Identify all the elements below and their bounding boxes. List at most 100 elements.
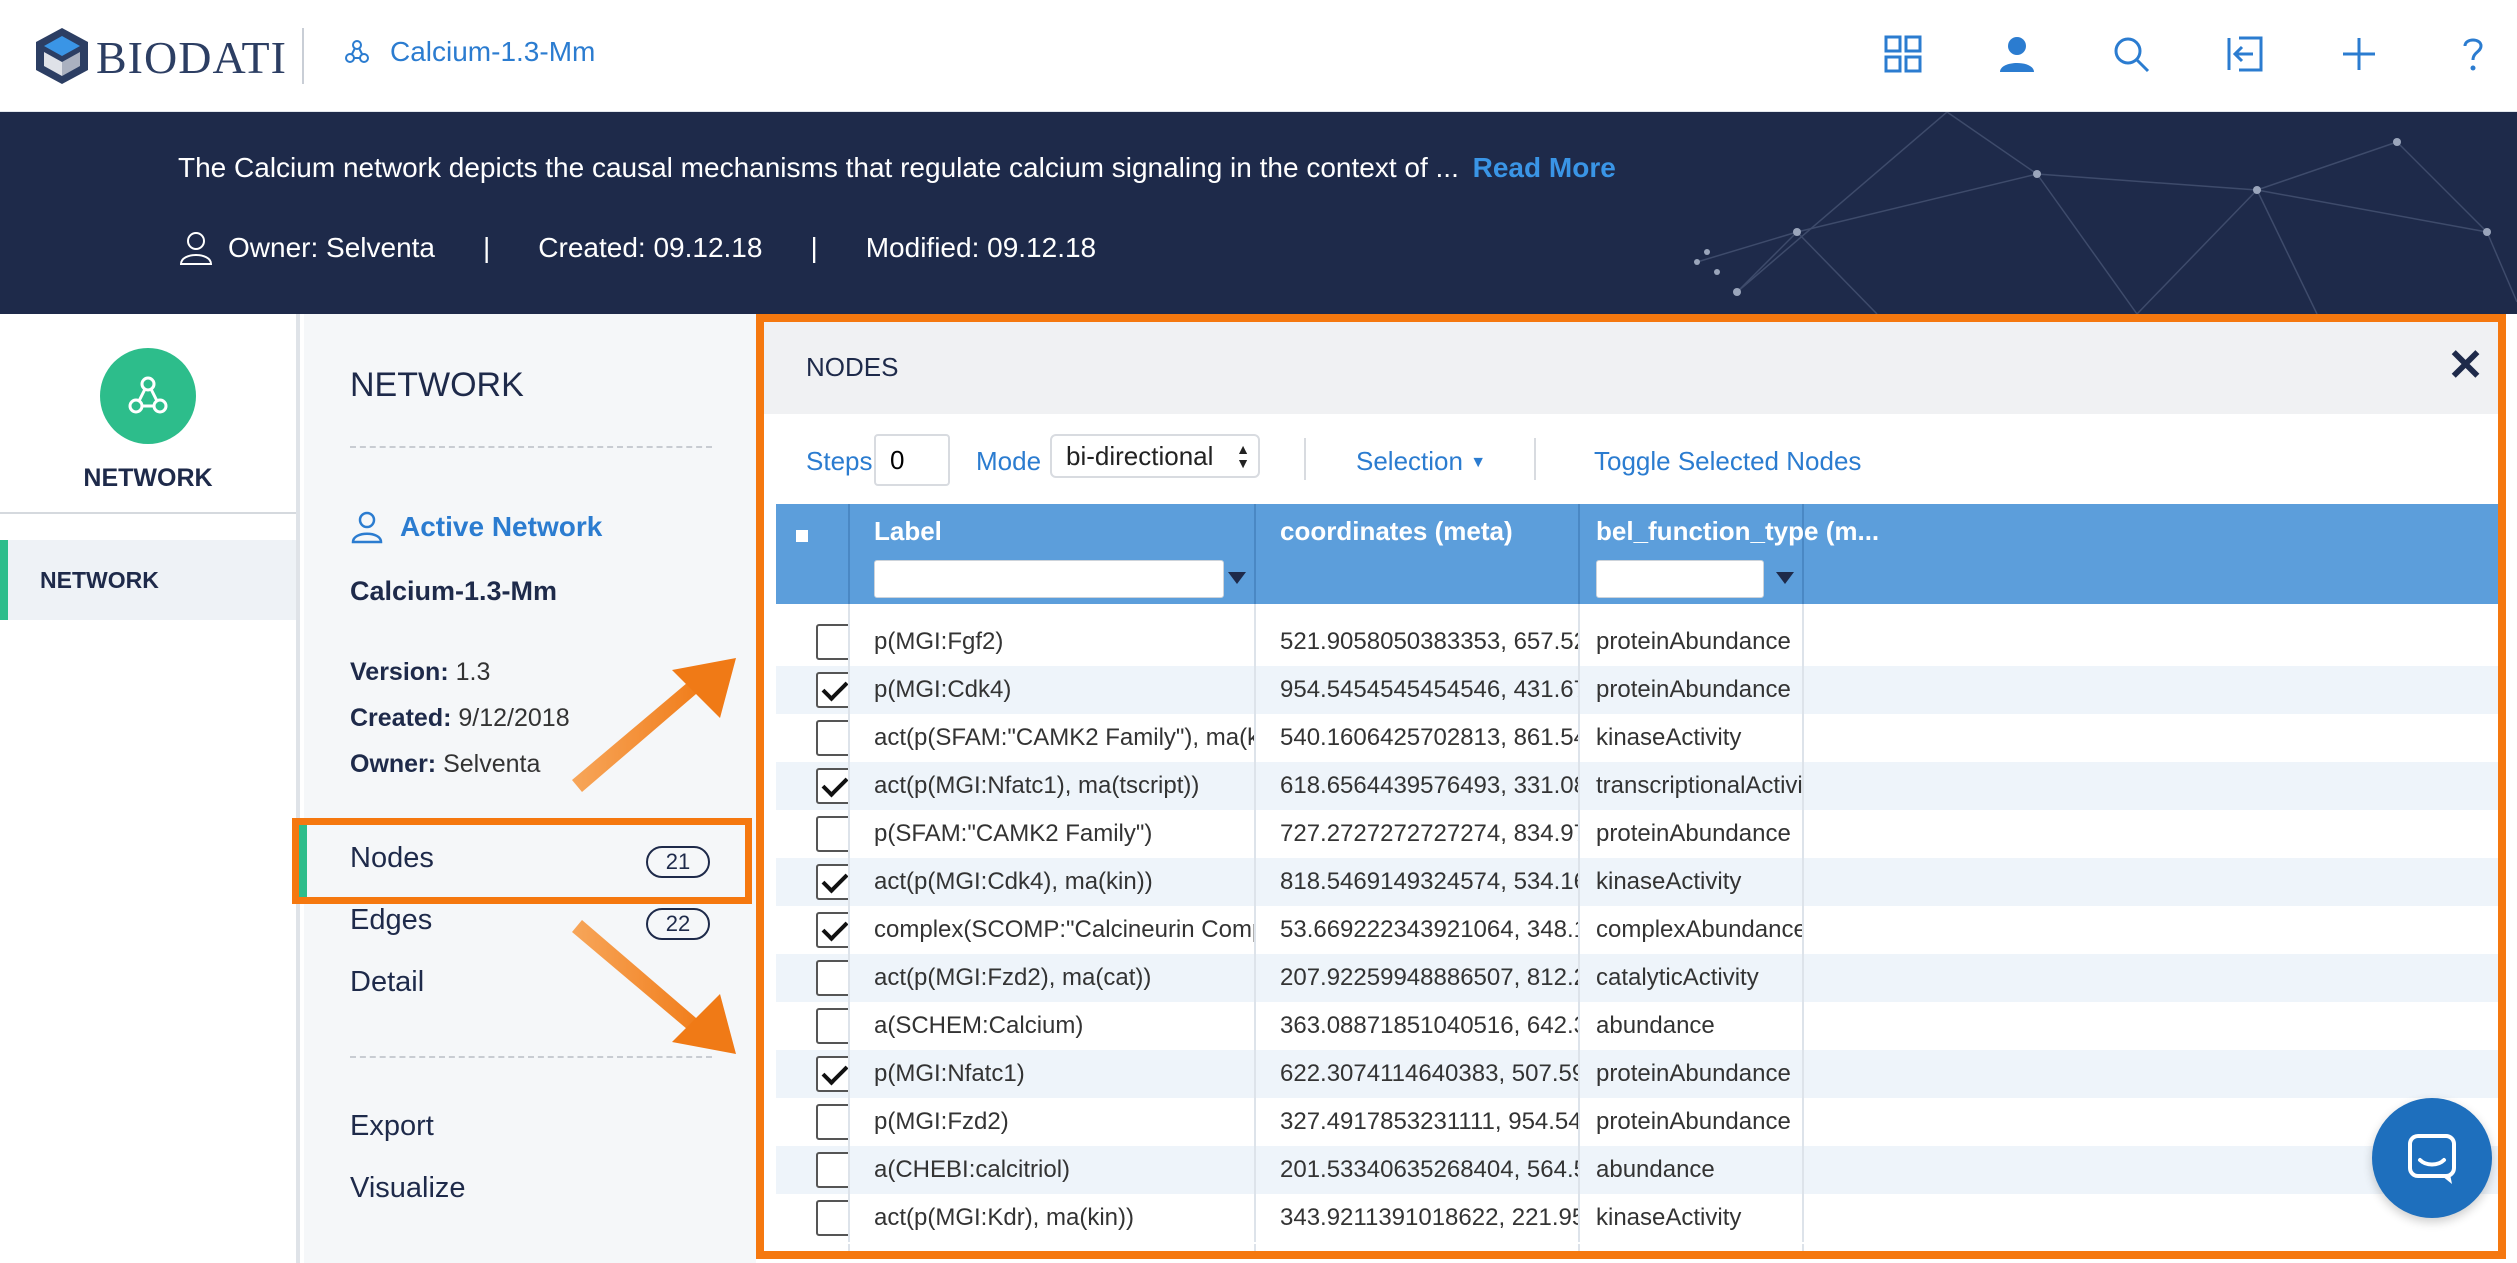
network-section-icon — [100, 348, 196, 444]
meta-separator: | — [483, 232, 491, 263]
coordinates-column-header[interactable]: coordinates (meta) — [1256, 504, 1580, 604]
label-cell: a(CHEBI:calcitriol) — [850, 1146, 1256, 1194]
version-value: 1.3 — [455, 658, 491, 686]
owner-icon — [179, 232, 213, 265]
row-checkbox[interactable] — [816, 816, 848, 852]
row-checkbox[interactable] — [816, 864, 848, 900]
row-checkbox[interactable] — [816, 768, 848, 804]
table-row[interactable]: p(MGI:Fzd2)327.4917853231111, 954.545454… — [776, 1098, 2498, 1146]
grid-icon[interactable] — [1879, 30, 1927, 78]
coordinates-cell: 207.92259948886507, 812.2034541658765 — [1256, 954, 1580, 1002]
row-checkbox[interactable] — [816, 1056, 848, 1092]
table-header: Label coordinates (meta) bel_function_ty… — [776, 504, 2498, 604]
table-cell — [1256, 604, 1580, 618]
row-checkbox-cell — [776, 1194, 850, 1242]
active-network-link[interactable]: Active Network — [350, 510, 602, 544]
row-checkbox-cell — [776, 1146, 850, 1194]
table-cell — [776, 604, 850, 618]
edges-count-badge: 22 — [646, 908, 710, 940]
import-icon[interactable] — [2221, 30, 2269, 78]
created-label: Created: — [350, 704, 452, 732]
top-header: BIODATI Calcium-1.3-Mm — [0, 0, 2517, 112]
row-checkbox[interactable] — [816, 1152, 848, 1188]
row-checkbox[interactable] — [816, 960, 848, 996]
mode-select-value: bi-directional — [1066, 440, 1214, 471]
table-row[interactable]: p(MGI:Nfatc1)622.3074114640383, 507.5915… — [776, 1050, 2498, 1098]
nav-section-label: NETWORK — [83, 464, 213, 492]
table-row[interactable]: p(MGI:Fgf2)521.9058050383353, 657.525147… — [776, 618, 2498, 666]
row-checkbox-cell — [776, 1050, 850, 1098]
nav-item-network[interactable]: NETWORK — [0, 540, 296, 620]
label-filter-input[interactable] — [874, 560, 1224, 598]
table-cell — [850, 604, 1256, 618]
row-checkbox[interactable] — [816, 1200, 848, 1236]
bel-function-cell: kinaseActivity — [1580, 858, 1804, 906]
filter-icon[interactable] — [1228, 572, 1246, 584]
select-all-checkbox[interactable] — [796, 530, 808, 542]
row-checkbox[interactable] — [816, 1104, 848, 1140]
row-checkbox[interactable] — [816, 672, 848, 708]
network-background-graphic — [1694, 112, 2517, 314]
read-more-link[interactable]: Read More — [1473, 152, 1616, 183]
coordinates-cell: 954.5454545454546, 431.6758398178022 — [1256, 666, 1580, 714]
table-row[interactable]: act(p(MGI:Cdk4), ma(kin)) 818.54691493245… — [776, 858, 2498, 906]
modified-text: Modified: 09.12.18 — [865, 232, 1097, 263]
meta-separator: | — [810, 232, 818, 263]
filter-icon[interactable] — [1776, 572, 1794, 584]
export-link[interactable]: Export — [350, 1110, 434, 1143]
bel-function-cell: transcriptionalActivity — [1580, 762, 1804, 810]
table-row[interactable]: p(MGI:Cdk4)954.5454545454546, 431.675839… — [776, 666, 2498, 714]
version-label: Version: — [350, 658, 449, 686]
bel-function-cell: catalyticActivity — [1580, 954, 1804, 1002]
user-outline-icon — [351, 511, 383, 544]
table-row[interactable]: act(p(MGI:Fzd2), ma(cat)) 207.92259948886… — [776, 954, 2498, 1002]
chat-widget-button[interactable] — [2372, 1098, 2492, 1218]
table-row[interactable]: act(p(MGI:Nfatc1), ma(tscript)) 618.65644… — [776, 762, 2498, 810]
row-checkbox[interactable] — [816, 720, 848, 756]
coordinates-cell: 53.669222343921064, 348.1685329284491 — [1256, 906, 1580, 954]
search-icon[interactable] — [2107, 30, 2155, 78]
edges-link[interactable]: Edges — [350, 904, 432, 937]
steps-input[interactable] — [874, 434, 950, 486]
nav-section-network[interactable]: NETWORK — [0, 314, 296, 514]
table-row[interactable]: act(p(SFAM:"CAMK2 Family"), ma(kin)) 540.… — [776, 714, 2498, 762]
row-checkbox[interactable] — [816, 624, 848, 660]
modal-header: NODES ✕ — [764, 322, 2498, 414]
detail-link[interactable]: Detail — [350, 966, 424, 999]
bel-function-filter-input[interactable] — [1596, 560, 1764, 598]
bel-function-column-header[interactable]: bel_function_type (m... — [1580, 504, 1879, 604]
selection-dropdown[interactable]: Selection ▼ — [1356, 446, 1486, 477]
label-cell: p(MGI:Nfatc1) — [850, 1050, 1256, 1098]
owner-value: Selventa — [443, 750, 541, 778]
table-row[interactable]: act(p(MGI:Kdr), ma(kin)) 343.921139101862… — [776, 1194, 2498, 1242]
bel-function-cell: proteinAbundance — [1580, 666, 1804, 714]
close-icon[interactable]: ✕ — [2447, 344, 2484, 388]
bel-function-cell: kinaseActivity — [1580, 1194, 1804, 1242]
bel-function-column-title: bel_function_type (m... — [1596, 516, 1880, 546]
table-row[interactable]: p(SFAM:"CAMK2 Family") 727.2727272727274,… — [776, 810, 2498, 858]
biodati-logo[interactable]: BIODATI — [30, 22, 287, 92]
mode-select[interactable]: bi-directional ▲ ▼ — [1050, 434, 1260, 478]
network-meta: Owner: Selventa | Created: 09.12.18 | Mo… — [178, 230, 1096, 266]
active-network-label: Active Network — [400, 511, 603, 542]
visualize-link[interactable]: Visualize — [350, 1172, 466, 1205]
table-row[interactable]: a(SCHEM:Calcium) 363.08871851040516, 642.… — [776, 1002, 2498, 1050]
bel-function-cell: proteinAbundance — [1580, 1098, 1804, 1146]
table-row[interactable]: a(CHEBI:calcitriol) 201.53340635268404, 5… — [776, 1146, 2498, 1194]
label-column-header[interactable]: Label — [850, 504, 1256, 604]
plus-icon[interactable] — [2335, 30, 2383, 78]
breadcrumb[interactable]: Calcium-1.3-Mm — [342, 36, 595, 68]
user-icon[interactable] — [1993, 30, 2041, 78]
toggle-selected-nodes-button[interactable]: Toggle Selected Nodes — [1594, 446, 1861, 477]
owner-info: Owner: Selventa — [350, 750, 540, 779]
created-value: 9/12/2018 — [458, 704, 570, 732]
bel-function-cell: proteinAbundance — [1580, 810, 1804, 858]
row-checkbox[interactable] — [816, 912, 848, 948]
table-row[interactable]: complex(SCOMP:"Calcineurin Complex")53.6… — [776, 906, 2498, 954]
table-cell — [1580, 604, 1804, 618]
help-icon[interactable] — [2449, 30, 2497, 78]
chat-icon — [2408, 1134, 2456, 1184]
label-cell: p(MGI:Cdk4) — [850, 666, 1256, 714]
row-checkbox-cell — [776, 858, 850, 906]
row-checkbox[interactable] — [816, 1008, 848, 1044]
